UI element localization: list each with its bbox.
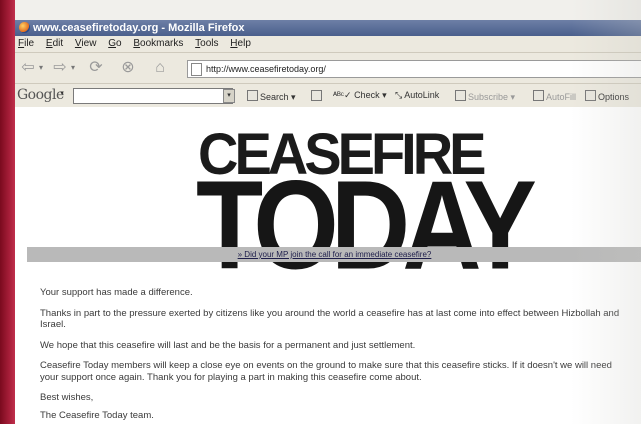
google-search-input[interactable]	[73, 88, 233, 104]
paragraph-support: Your support has made a difference.	[40, 287, 193, 298]
forward-arrow-icon[interactable]: ⇨	[51, 59, 69, 77]
autolink-button[interactable]: ⤡ AutoLink	[395, 90, 439, 101]
closing-wishes: Best wishes,	[40, 392, 94, 403]
logo-line-today: TODAY	[196, 154, 537, 297]
menu-edit[interactable]: Edit	[46, 36, 63, 52]
menu-help[interactable]: Help	[230, 36, 251, 52]
desktop-edge	[0, 0, 15, 424]
search-button[interactable]: Search ▾	[247, 90, 296, 103]
options-icon	[585, 90, 596, 101]
message-body: Your support has made a difference. Than…	[40, 287, 632, 424]
menu-bookmarks[interactable]: Bookmarks	[133, 36, 183, 52]
google-menu-dropdown-icon[interactable]: ▾	[59, 90, 65, 97]
paragraph-thanks: Thanks in part to the pressure exerted b…	[40, 307, 620, 331]
screenshot-frame: www.ceasefiretoday.org - Mozilla Firefox…	[0, 0, 641, 424]
paragraph-hope: We hope that this ceasefire will last an…	[40, 339, 416, 351]
navigation-toolbar: ⇦ ▾ ⇨ ▾ ⟳ ⊗ ⌂ http://www.ceasefiretoday.…	[15, 53, 641, 84]
menu-file[interactable]: File	[18, 36, 34, 52]
signature-team: The Ceasefire Today team.	[40, 409, 154, 421]
ceasefire-today-logo[interactable]: CEASEFIRE TODAY	[196, 124, 537, 306]
forward-dropdown-icon[interactable]: ▾	[71, 63, 75, 72]
paragraph-members: Ceasefire Today members will keep a clos…	[40, 360, 612, 383]
back-arrow-icon[interactable]: ⇦	[19, 59, 37, 77]
autofill-button[interactable]: AutoFill	[533, 90, 576, 102]
firefox-icon	[19, 22, 30, 33]
check-button[interactable]: ᴬᴮᶜ✓ Check ▾	[333, 90, 387, 101]
menu-bar: File Edit View Go Bookmarks Tools Help	[15, 36, 641, 53]
google-toolbar: Google ▾ ▾ Search ▾ ᴬᴮᶜ✓ Check ▾ ⤡ AutoL…	[15, 84, 641, 109]
title-bar: www.ceasefiretoday.org - Mozilla Firefox	[15, 20, 641, 36]
back-dropdown-icon[interactable]: ▾	[39, 63, 43, 72]
menu-go[interactable]: Go	[108, 36, 121, 52]
home-icon[interactable]: ⌂	[151, 59, 169, 77]
subscribe-icon	[455, 90, 466, 101]
page-content: CEASEFIRE TODAY » Did your MP join the c…	[15, 107, 641, 424]
mp-banner: » Did your MP join the call for an immed…	[27, 247, 641, 262]
google-g-icon	[247, 90, 258, 101]
menu-view[interactable]: View	[75, 36, 97, 52]
address-bar[interactable]: http://www.ceasefiretoday.org/	[187, 60, 641, 78]
search-history-dropdown-icon[interactable]: ▾	[223, 89, 235, 103]
window-title: www.ceasefiretoday.org - Mozilla Firefox	[33, 22, 245, 34]
options-button[interactable]: Options	[585, 90, 629, 102]
subscribe-label: Subscribe	[468, 92, 509, 102]
check-button-label: Check	[354, 90, 380, 100]
news-icon[interactable]	[311, 90, 324, 102]
google-logo[interactable]: Google	[17, 87, 64, 103]
autofill-label: AutoFill	[546, 92, 577, 102]
mp-ceasefire-link[interactable]: » Did your MP join the call for an immed…	[238, 250, 432, 259]
spellcheck-icon: ᴬᴮᶜ✓	[333, 90, 352, 100]
stop-icon[interactable]: ⊗	[119, 59, 137, 77]
menu-tools[interactable]: Tools	[195, 36, 218, 52]
autofill-icon	[533, 90, 544, 101]
browser-window: www.ceasefiretoday.org - Mozilla Firefox…	[15, 20, 641, 424]
page-icon	[191, 63, 202, 76]
address-url: http://www.ceasefiretoday.org/	[206, 64, 326, 74]
autolink-label: AutoLink	[404, 90, 440, 100]
options-label: Options	[598, 92, 630, 102]
news-icon-shape	[311, 90, 322, 101]
subscribe-button[interactable]: Subscribe ▾	[455, 90, 515, 103]
reload-icon[interactable]: ⟳	[87, 59, 105, 77]
autolink-icon: ⤡	[395, 90, 403, 100]
search-button-label: Search	[260, 92, 289, 102]
